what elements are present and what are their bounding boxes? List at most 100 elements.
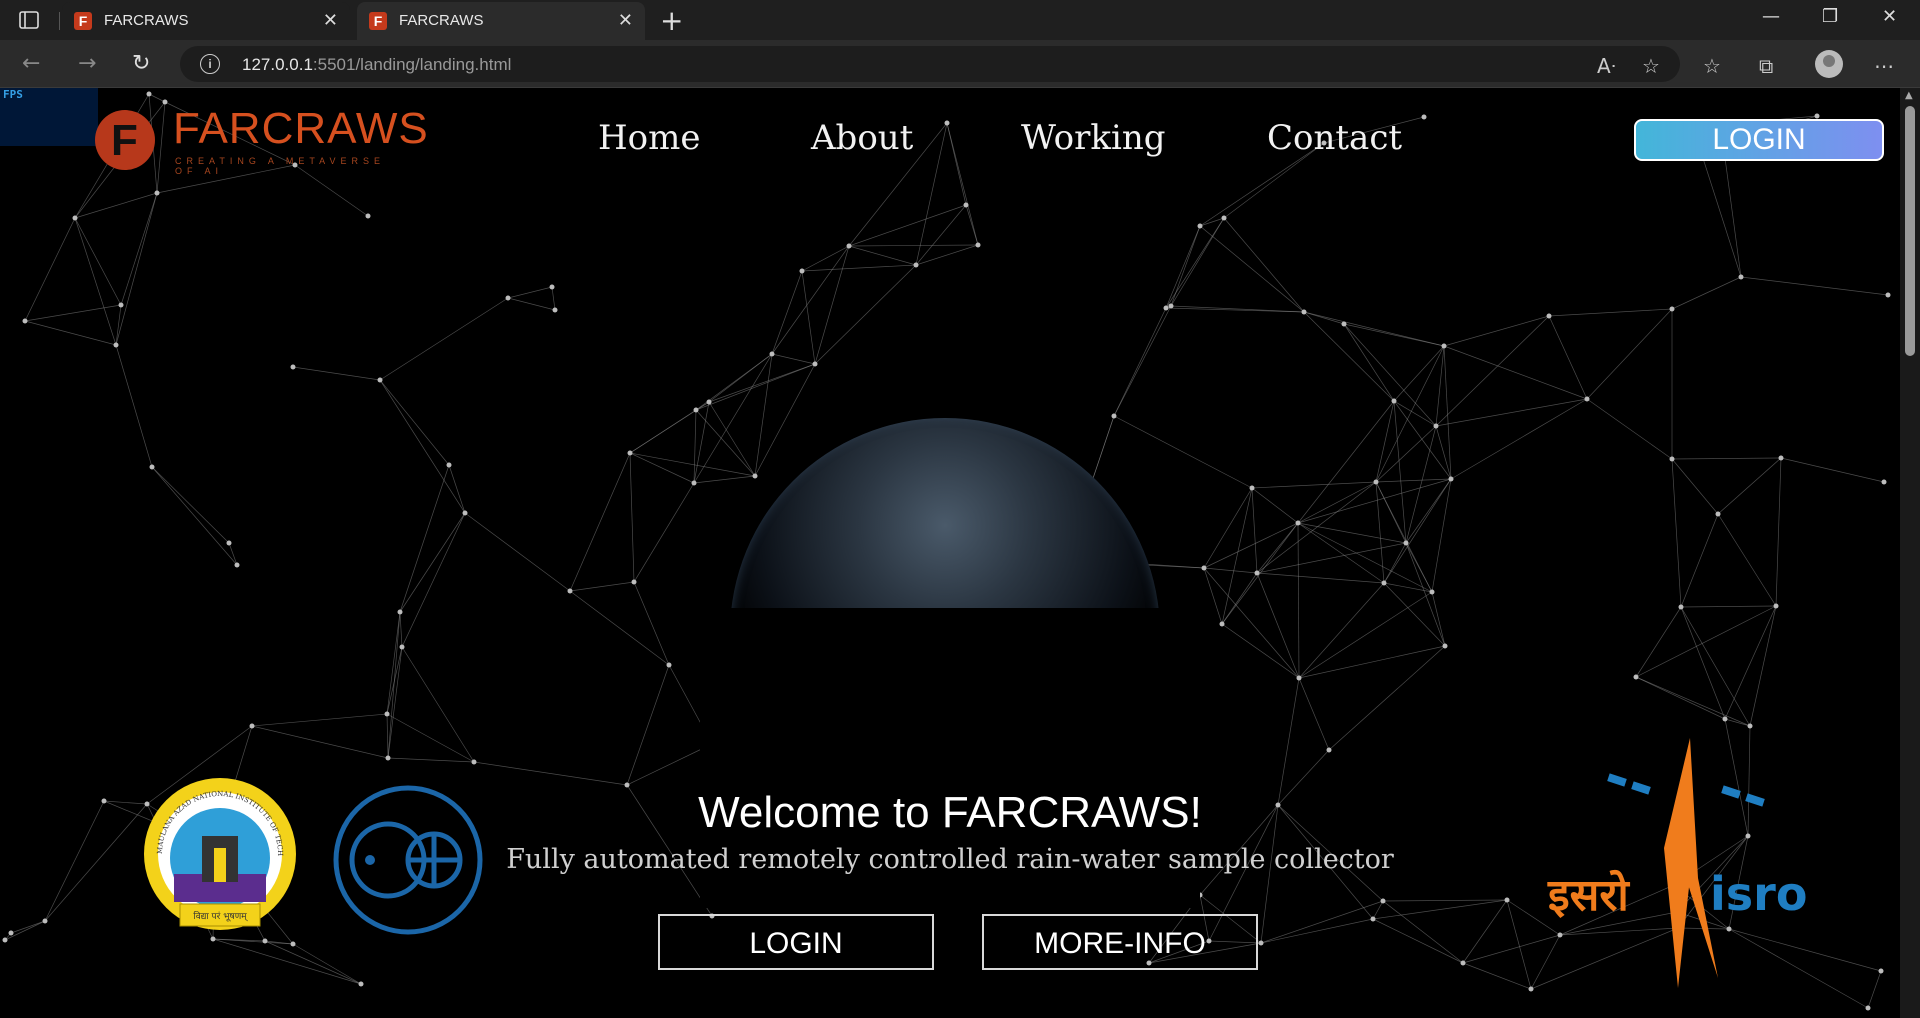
network-node [975,242,981,248]
network-link [448,464,466,514]
network-link [569,452,631,592]
network-node [1865,1005,1871,1011]
tab-actions-icon[interactable] [18,9,40,31]
network-node [1111,413,1117,419]
network-link [1256,481,1377,574]
network-node [1778,455,1784,461]
more-options-icon[interactable]: ⋯ [1874,54,1894,78]
network-link [946,122,967,206]
new-tab-icon[interactable]: + [660,4,683,37]
refresh-icon[interactable]: ↻ [132,51,150,76]
network-node [462,510,468,516]
network-link [264,940,362,985]
network-node [249,723,255,729]
network-link [251,725,389,759]
network-link [1372,899,1508,920]
scrollbar-thumb[interactable] [1905,106,1915,356]
network-link [115,192,158,346]
network-link [1298,582,1385,679]
network-link [708,363,816,403]
header-login-button[interactable]: LOGIN [1634,119,1884,161]
network-link [1251,481,1377,489]
network-link [708,401,756,477]
network-node [113,342,119,348]
farcraws-logo[interactable]: FARCRAWS CREATING A METAVERSE OF AI [95,104,428,176]
network-node [385,755,391,761]
network-node [377,377,383,383]
favorites-icon[interactable]: ☆ [1703,54,1721,78]
network-node [1448,476,1454,482]
network-node [666,662,672,668]
network-node [1370,916,1376,922]
more-info-button[interactable]: MORE-INFO [982,914,1258,970]
fps-stats-panel: FPS [0,88,98,146]
site-favicon-icon: F [369,12,387,30]
close-tab-icon[interactable]: ✕ [618,10,633,31]
network-link [1548,308,1673,317]
network-node [446,462,452,468]
network-node [505,295,511,301]
address-bar[interactable]: i 127.0.0.1:5501/landing/landing.html [180,46,1680,82]
fps-label: FPS [3,88,23,101]
network-link [1867,970,1882,1009]
page-scrollbar[interactable]: ▲ [1900,88,1920,1018]
network-link [1221,623,1300,679]
profile-avatar-icon[interactable] [1815,50,1843,78]
network-link [507,286,553,299]
url-path: :5501/landing/landing.html [312,55,512,74]
close-tab-icon[interactable]: ✕ [323,10,338,31]
network-link [1671,458,1719,515]
network-node [1163,305,1169,311]
back-icon[interactable]: ← [22,51,40,76]
network-link [965,204,979,246]
network-node [812,361,818,367]
network-node [1722,716,1728,722]
network-link [379,297,509,381]
network-node [290,364,296,370]
network-link [848,204,967,247]
nav-home-link[interactable]: Home [598,118,700,158]
collections-icon[interactable]: ⧉ [1759,54,1773,78]
network-link [401,512,466,648]
network-link [10,920,46,934]
network-node [1878,968,1884,974]
minimize-icon[interactable]: — [1762,6,1780,27]
network-link [551,286,556,311]
network-link [1717,457,1782,515]
nav-working-link[interactable]: Working [1021,118,1166,158]
scroll-up-icon[interactable]: ▲ [1905,90,1913,101]
isro-logo-icon: इसरो isro [1547,738,1807,988]
browser-tab-1[interactable]: F FARCRAWS ✕ [62,2,350,40]
browser-toolbar: ← → ↻ i 127.0.0.1:5501/landing/landing.h… [0,40,1920,88]
nav-about-link[interactable]: About [811,118,913,158]
network-node [799,268,805,274]
network-node [42,918,48,924]
network-link [386,713,475,763]
read-aloud-icon[interactable]: Aᐧ [1597,54,1616,78]
forward-icon[interactable]: → [78,51,96,76]
network-link [915,244,979,266]
network-node [1773,603,1779,609]
network-link [569,581,635,592]
network-link [1443,345,1588,400]
network-link [801,264,917,272]
network-link [151,466,238,566]
network-link [1170,225,1201,307]
site-info-icon[interactable]: i [200,54,220,74]
network-node [1301,309,1307,315]
add-favorite-icon[interactable]: ☆ [1642,54,1660,78]
network-node [1678,604,1684,610]
network-link [115,304,122,346]
site-favicon-icon: F [74,12,92,30]
browser-tab-2[interactable]: F FARCRAWS ✕ [357,2,645,40]
network-link [386,611,401,715]
restore-icon[interactable]: ❐ [1822,6,1838,27]
network-link [1405,478,1452,544]
login-button[interactable]: LOGIN [658,914,934,970]
close-window-icon[interactable]: ✕ [1882,6,1897,27]
network-link [1680,605,1777,608]
page-viewport: FPS FARCRAWS CREATING A METAVERSE OF AI … [0,88,1900,1018]
network-link [1740,276,1889,296]
network-link [1113,307,1167,417]
nav-contact-link[interactable]: Contact [1267,118,1402,158]
